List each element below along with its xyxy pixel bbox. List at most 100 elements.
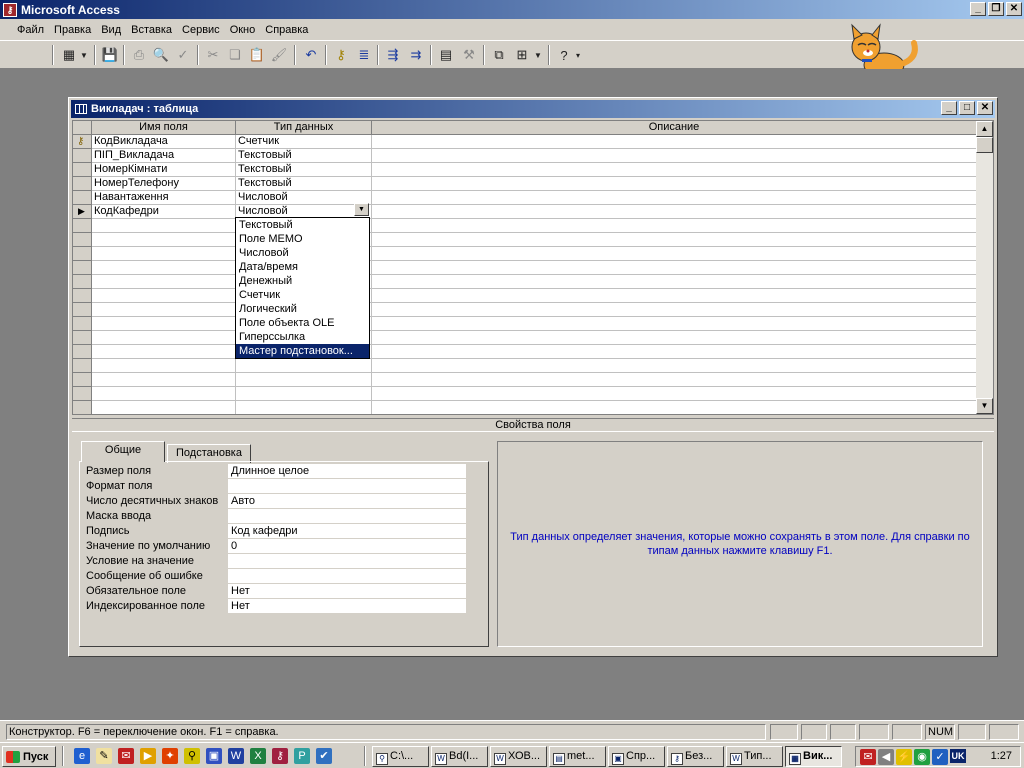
- property-value-field[interactable]: Нет: [228, 584, 466, 598]
- description-cell[interactable]: [372, 233, 977, 247]
- data-type-cell[interactable]: [236, 387, 372, 401]
- taskbar-task-button[interactable]: W Тип...: [726, 746, 783, 767]
- field-name-cell[interactable]: КодВикладача: [92, 135, 236, 149]
- row-selector[interactable]: [73, 149, 92, 163]
- notepad-icon[interactable]: ✎: [96, 748, 112, 764]
- dropdown-option[interactable]: Денежный: [236, 274, 369, 288]
- access-icon[interactable]: ⚷: [272, 748, 288, 764]
- data-type-cell[interactable]: Числовой: [236, 191, 372, 205]
- child-titlebar[interactable]: Викладач : таблица _ □ ✕: [71, 100, 995, 118]
- dropdown-option[interactable]: Числовой: [236, 246, 369, 260]
- row-selector[interactable]: [73, 261, 92, 275]
- launcher-icon[interactable]: ✦: [162, 748, 178, 764]
- app-titlebar[interactable]: ⚷ Microsoft Access _ ❐ ✕: [0, 0, 1024, 19]
- description-cell[interactable]: [372, 373, 977, 387]
- internet-explorer-icon[interactable]: e: [74, 748, 90, 764]
- property-value-field[interactable]: [228, 479, 466, 493]
- undo-icon[interactable]: ↶: [300, 45, 322, 65]
- data-type-cell[interactable]: [236, 401, 372, 414]
- field-name-cell[interactable]: [92, 261, 236, 275]
- data-type-cell[interactable]: [236, 373, 372, 387]
- description-cell[interactable]: [372, 177, 977, 191]
- taskbar-task-button[interactable]: ⚷ Без...: [667, 746, 724, 767]
- row-selector[interactable]: [73, 233, 92, 247]
- menu-tools[interactable]: Сервис: [177, 24, 225, 36]
- data-type-cell[interactable]: Счетчик: [236, 135, 372, 149]
- description-cell[interactable]: [372, 219, 977, 233]
- field-name-cell[interactable]: [92, 247, 236, 261]
- field-name-cell[interactable]: [92, 275, 236, 289]
- taskbar-task-button[interactable]: ▦ Вик...: [785, 746, 842, 767]
- row-selector[interactable]: [73, 345, 92, 359]
- field-name-cell[interactable]: [92, 373, 236, 387]
- dropdown-option[interactable]: Гиперссылка: [236, 330, 369, 344]
- row-selector[interactable]: [73, 177, 92, 191]
- scroll-up-icon[interactable]: ▲: [976, 121, 993, 137]
- property-value-field[interactable]: Нет: [228, 599, 466, 613]
- help-icon[interactable]: ?: [553, 45, 575, 65]
- data-type-cell[interactable]: [236, 359, 372, 373]
- dropdown-option[interactable]: Счетчик: [236, 288, 369, 302]
- data-type-dropdown-list[interactable]: Текстовый Поле МЕМО Числовой Дата/время Дене…: [235, 217, 370, 359]
- description-cell[interactable]: [372, 163, 977, 177]
- scroll-down-icon[interactable]: ▼: [976, 398, 993, 414]
- new-object-dropdown-icon[interactable]: ▼: [532, 45, 544, 65]
- description-cell[interactable]: [372, 317, 977, 331]
- row-selector[interactable]: [73, 373, 92, 387]
- field-name-cell[interactable]: [92, 331, 236, 345]
- menu-file[interactable]: Файл: [12, 24, 49, 36]
- print-preview-icon[interactable]: 🔍: [150, 45, 172, 65]
- data-type-cell[interactable]: Текстовый: [236, 177, 372, 191]
- word-icon[interactable]: W: [228, 748, 244, 764]
- field-name-cell[interactable]: [92, 233, 236, 247]
- restore-button[interactable]: ❐: [988, 2, 1004, 16]
- field-name-cell[interactable]: [92, 303, 236, 317]
- frontpage-icon[interactable]: ✔: [316, 748, 332, 764]
- field-name-cell[interactable]: [92, 359, 236, 373]
- data-type-cell[interactable]: Текстовый: [236, 149, 372, 163]
- start-button[interactable]: Пуск: [2, 746, 56, 767]
- description-cell[interactable]: [372, 331, 977, 345]
- description-cell[interactable]: [372, 289, 977, 303]
- cut-icon[interactable]: ✂: [202, 45, 224, 65]
- field-name-cell[interactable]: [92, 219, 236, 233]
- row-selector[interactable]: [73, 303, 92, 317]
- excel-icon[interactable]: X: [250, 748, 266, 764]
- field-name-cell[interactable]: [92, 401, 236, 414]
- taskbar-task-button[interactable]: ⚲ C:\...: [372, 746, 429, 767]
- property-value-field[interactable]: [228, 569, 466, 583]
- mail-icon[interactable]: ✉: [118, 748, 134, 764]
- media-player-icon[interactable]: ▶: [140, 748, 156, 764]
- field-name-cell[interactable]: НомерТелефону: [92, 177, 236, 191]
- description-cell[interactable]: [372, 191, 977, 205]
- description-cell[interactable]: [372, 345, 977, 359]
- indexes-icon[interactable]: ≣: [353, 45, 375, 65]
- search-icon[interactable]: ⚲: [184, 748, 200, 764]
- tray-mail-icon[interactable]: ✉: [860, 749, 876, 765]
- property-value-field[interactable]: [228, 509, 466, 523]
- description-cell[interactable]: [372, 205, 977, 219]
- insert-rows-icon[interactable]: ⇶: [382, 45, 404, 65]
- field-name-cell[interactable]: [92, 387, 236, 401]
- row-selector[interactable]: ▶: [73, 205, 92, 219]
- database-window-icon[interactable]: ⧉: [488, 45, 510, 65]
- network-icon[interactable]: ◉: [914, 749, 930, 765]
- view-dropdown-icon[interactable]: ▼: [78, 45, 90, 65]
- description-cell[interactable]: [372, 303, 977, 317]
- row-selector[interactable]: [73, 359, 92, 373]
- description-cell[interactable]: [372, 247, 977, 261]
- row-selector[interactable]: [73, 317, 92, 331]
- dropdown-option[interactable]: Поле объекта OLE: [236, 316, 369, 330]
- field-name-cell[interactable]: [92, 289, 236, 303]
- spelling-icon[interactable]: ✓: [172, 45, 194, 65]
- row-selector[interactable]: [73, 401, 92, 414]
- property-value-field[interactable]: 0: [228, 539, 466, 553]
- description-cell[interactable]: [372, 135, 977, 149]
- field-name-cell[interactable]: [92, 317, 236, 331]
- scroll-thumb[interactable]: [976, 137, 993, 153]
- dropdown-option[interactable]: Поле МЕМО: [236, 232, 369, 246]
- field-name-cell[interactable]: [92, 345, 236, 359]
- properties-icon[interactable]: ▤: [435, 45, 457, 65]
- field-name-cell[interactable]: НомерКімнати: [92, 163, 236, 177]
- paste-icon[interactable]: 📋: [246, 45, 268, 65]
